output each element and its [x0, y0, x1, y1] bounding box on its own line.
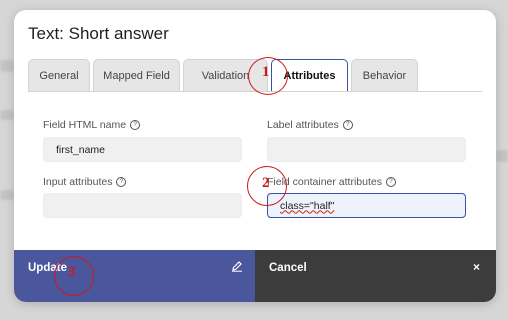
background-text-fragment — [0, 110, 14, 120]
input-attributes-label: Input attributes ? — [43, 176, 127, 188]
container-attributes-value: class="half" — [280, 199, 335, 212]
dialog: Text: Short answer General Mapped Field … — [14, 10, 496, 302]
annotation-number-3: 3 — [68, 264, 76, 280]
label-attributes-label: Label attributes ? — [267, 119, 353, 131]
close-icon[interactable]: × — [473, 260, 480, 274]
annotation-number-2: 2 — [262, 175, 270, 191]
annotation-number-1: 1 — [262, 64, 270, 80]
html-name-input[interactable]: first_name — [43, 137, 242, 162]
pencil-icon — [232, 261, 242, 272]
html-name-label-text: Field HTML name — [43, 119, 127, 131]
cancel-button-label: Cancel — [269, 262, 307, 274]
update-button[interactable]: Update — [14, 250, 255, 302]
tab-general[interactable]: General — [28, 59, 90, 91]
background-text-fragment — [496, 150, 508, 162]
help-icon[interactable]: ? — [130, 120, 141, 130]
background-text-fragment — [0, 190, 14, 200]
help-icon[interactable]: ? — [116, 177, 127, 187]
cancel-button[interactable]: Cancel × — [255, 250, 496, 302]
label-attributes-input[interactable] — [267, 137, 466, 162]
help-icon[interactable]: ? — [342, 120, 353, 130]
input-attributes-label-text: Input attributes — [43, 176, 113, 188]
dialog-title: Text: Short answer — [28, 24, 169, 43]
background-text-fragment — [0, 60, 14, 72]
tab-behavior[interactable]: Behavior — [351, 59, 418, 91]
tab-mapped-field[interactable]: Mapped Field — [93, 59, 180, 91]
help-icon[interactable]: ? — [385, 177, 396, 187]
input-attributes-input[interactable] — [43, 193, 242, 218]
label-attributes-label-text: Label attributes — [267, 119, 339, 131]
container-attributes-input[interactable]: class="half" — [267, 193, 466, 218]
html-name-label: Field HTML name ? — [43, 119, 141, 131]
